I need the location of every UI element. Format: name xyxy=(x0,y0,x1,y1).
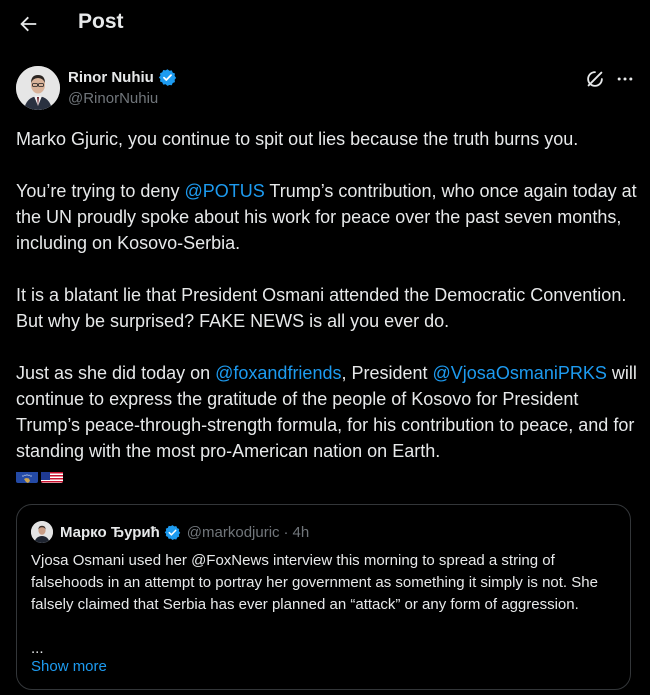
quoted-author-name[interactable]: Марко Ђурић xyxy=(60,524,160,541)
quoted-post-text: Vjosa Osmani used her @FoxNews interview… xyxy=(31,552,598,613)
author-name-row: Rinor Nuhiu xyxy=(68,68,177,87)
flag-emojis xyxy=(16,468,638,483)
post-author: Rinor Nuhiu @RinorNuhiu xyxy=(16,66,634,110)
quoted-post-time[interactable]: 4h xyxy=(293,524,310,541)
post-body: Marko Gjuric, you continue to spit out l… xyxy=(16,126,638,483)
mention-link[interactable]: @VjosaOsmaniPRKS xyxy=(433,363,607,383)
post-paragraph: You’re trying to deny @POTUS Trump’s con… xyxy=(16,178,638,256)
grok-button[interactable] xyxy=(584,68,606,90)
mention-link[interactable]: @foxandfriends xyxy=(215,363,341,383)
separator-dot: · xyxy=(283,523,289,541)
quoted-post[interactable]: Марко Ђурић @markodjuric · 4h Vjosa Osma… xyxy=(16,504,631,690)
more-horizontal-icon xyxy=(617,77,633,81)
usa-flag-icon xyxy=(41,468,63,483)
show-more-link[interactable]: Show more xyxy=(31,658,107,675)
post-text-segment: Just as she did today on xyxy=(16,363,216,383)
author-handle[interactable]: @RinorNuhiu xyxy=(68,90,158,107)
post-text-segment: , President xyxy=(341,363,433,383)
page-title: Post xyxy=(78,10,124,33)
quoted-post-ellipsis: ... xyxy=(31,640,44,657)
verified-badge-icon xyxy=(164,524,181,540)
author-name[interactable]: Rinor Nuhiu xyxy=(68,69,154,86)
arrow-left-icon xyxy=(20,16,37,32)
mention-link[interactable]: @POTUS xyxy=(184,181,264,201)
post-paragraph: It is a blatant lie that President Osman… xyxy=(16,285,627,331)
quoted-author-avatar[interactable] xyxy=(31,521,53,543)
kosovo-flag-icon xyxy=(16,468,38,483)
more-options-button[interactable] xyxy=(614,68,636,90)
back-button[interactable] xyxy=(14,10,42,38)
post-paragraph: Just as she did today on @foxandfriends,… xyxy=(16,360,638,464)
grok-icon xyxy=(587,71,603,87)
top-bar: Post xyxy=(0,0,650,50)
post-paragraph: Marko Gjuric, you continue to spit out l… xyxy=(16,129,579,149)
quoted-author-handle[interactable]: @markodjuric xyxy=(187,524,280,541)
quoted-author-row: Марко Ђурић @markodjuric · 4h xyxy=(31,521,309,543)
author-avatar[interactable] xyxy=(16,66,60,110)
post-text-segment: You’re trying to deny xyxy=(16,181,185,201)
verified-badge-icon xyxy=(158,69,176,86)
